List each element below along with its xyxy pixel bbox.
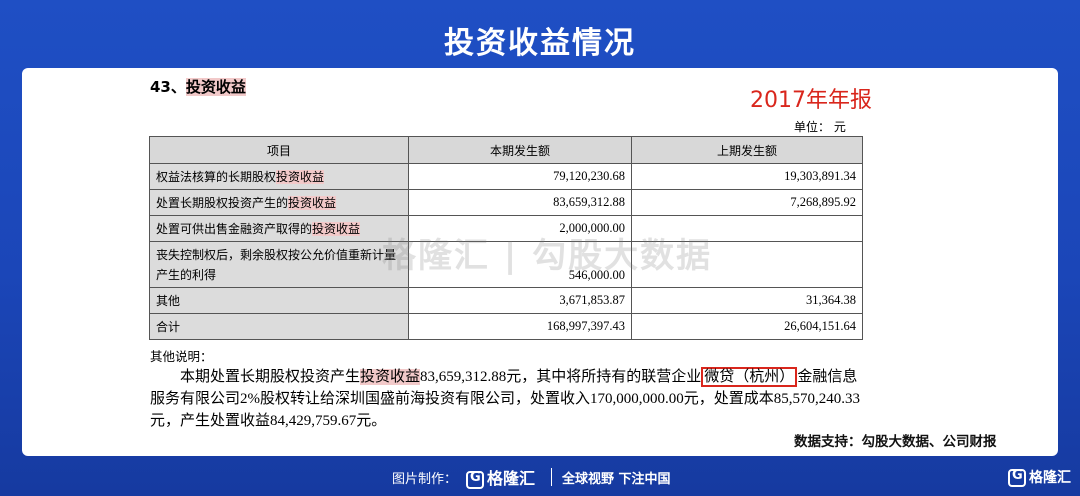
row-current: 2,000,000.00 [408, 215, 632, 242]
footer-logo: 格隆汇 [466, 465, 535, 489]
section-title-text: 投资收益 [185, 78, 246, 96]
row-label: 其他 [149, 287, 409, 314]
year-label: 2017年年报 [750, 88, 872, 113]
row-label: 权益法核算的长期股权投资收益 [149, 163, 409, 190]
corner-logo-text: 格隆汇 [1029, 470, 1071, 486]
row-label: 处置可供出售金融资产取得的投资收益 [149, 215, 409, 242]
page-title: 投资收益情况 [444, 26, 636, 61]
row-current: 168,997,397.43 [408, 313, 632, 340]
row-label: 丧失控制权后，剩余股权按公允价值重新计量产生的利得 [149, 241, 409, 288]
header-current: 本期发生额 [408, 136, 632, 164]
footer-logo-text: 格隆汇 [487, 469, 536, 488]
row-label-text: 处置长期股权投资产生的 [156, 196, 289, 210]
corner-logo-icon [1008, 468, 1026, 487]
row-current: 3,671,853.87 [408, 287, 632, 314]
footer-made-by: 图片制作： [392, 472, 458, 487]
table-row-total: 合计 168,997,397.43 26,604,151.64 [149, 313, 863, 340]
section-title: 43、投资收益 [150, 76, 246, 97]
row-current: 79,120,230.68 [408, 163, 632, 190]
para-text-2: 83,659,312.88元，其中将所持有的联营企业 [420, 369, 702, 385]
row-label-text: 权益法核算的长期股权 [156, 170, 277, 184]
para-boxed-company: 微贷（杭州） [701, 367, 798, 387]
unit-label: 单位： 元 [794, 120, 846, 134]
table-header-row: 项目 本期发生额 上期发生额 [149, 136, 863, 164]
para-highlight: 投资收益 [360, 369, 421, 385]
row-previous [631, 241, 863, 288]
table-row: 处置可供出售金融资产取得的投资收益 2,000,000.00 [149, 215, 863, 242]
table-row: 丧失控制权后，剩余股权按公允价值重新计量产生的利得 546,000.00 [149, 241, 863, 288]
header-item: 项目 [149, 136, 409, 164]
row-previous: 26,604,151.64 [631, 313, 863, 340]
table-row: 处置长期股权投资产生的投资收益 83,659,312.88 7,268,895.… [149, 189, 863, 216]
table-row: 权益法核算的长期股权投资收益 79,120,230.68 19,303,891.… [149, 163, 863, 190]
table-row: 其他 3,671,853.87 31,364.38 [149, 287, 863, 314]
row-previous: 19,303,891.34 [631, 163, 863, 190]
para-text-1: 本期处置长期股权投资产生 [180, 369, 361, 385]
row-current: 546,000.00 [408, 241, 632, 288]
footer: 图片制作： 格隆汇 全球视野 下注中国 格隆汇 [0, 464, 1080, 490]
footer-divider [551, 468, 552, 486]
row-previous: 7,268,895.92 [631, 189, 863, 216]
section-number: 43、 [150, 78, 186, 96]
header-previous: 上期发生额 [631, 136, 863, 164]
notes-title: 其他说明： [150, 349, 213, 364]
report-card: 43、投资收益 2017年年报 单位： 元 项目 本期发生额 上期发生额 权益法… [22, 68, 1058, 456]
investment-income-table: 项目 本期发生额 上期发生额 权益法核算的长期股权投资收益 79,120,230… [149, 136, 863, 340]
row-label-text: 丧失控制权后，剩余股权按公允价值重新计量产生的利得 [156, 247, 397, 282]
row-label-highlight: 投资收益 [276, 170, 325, 184]
row-label-text: 合计 [156, 320, 181, 334]
row-label: 合计 [149, 313, 409, 340]
footer-slogan: 全球视野 下注中国 [562, 472, 671, 487]
corner-logo: 格隆汇 [1008, 467, 1071, 487]
row-label-highlight: 投资收益 [312, 222, 361, 236]
row-label-highlight: 投资收益 [288, 196, 337, 210]
data-source: 数据支持：勾股大数据、公司财报 [794, 434, 997, 450]
row-label-text: 其他 [156, 294, 181, 308]
row-label-text: 处置可供出售金融资产取得的 [156, 222, 313, 236]
logo-icon [466, 470, 484, 489]
row-previous: 31,364.38 [631, 287, 863, 314]
row-label: 处置长期股权投资产生的投资收益 [149, 189, 409, 216]
row-previous [631, 215, 863, 242]
row-current: 83,659,312.88 [408, 189, 632, 216]
notes-paragraph: 本期处置长期股权投资产生投资收益83,659,312.88元，其中将所持有的联营… [150, 366, 862, 432]
